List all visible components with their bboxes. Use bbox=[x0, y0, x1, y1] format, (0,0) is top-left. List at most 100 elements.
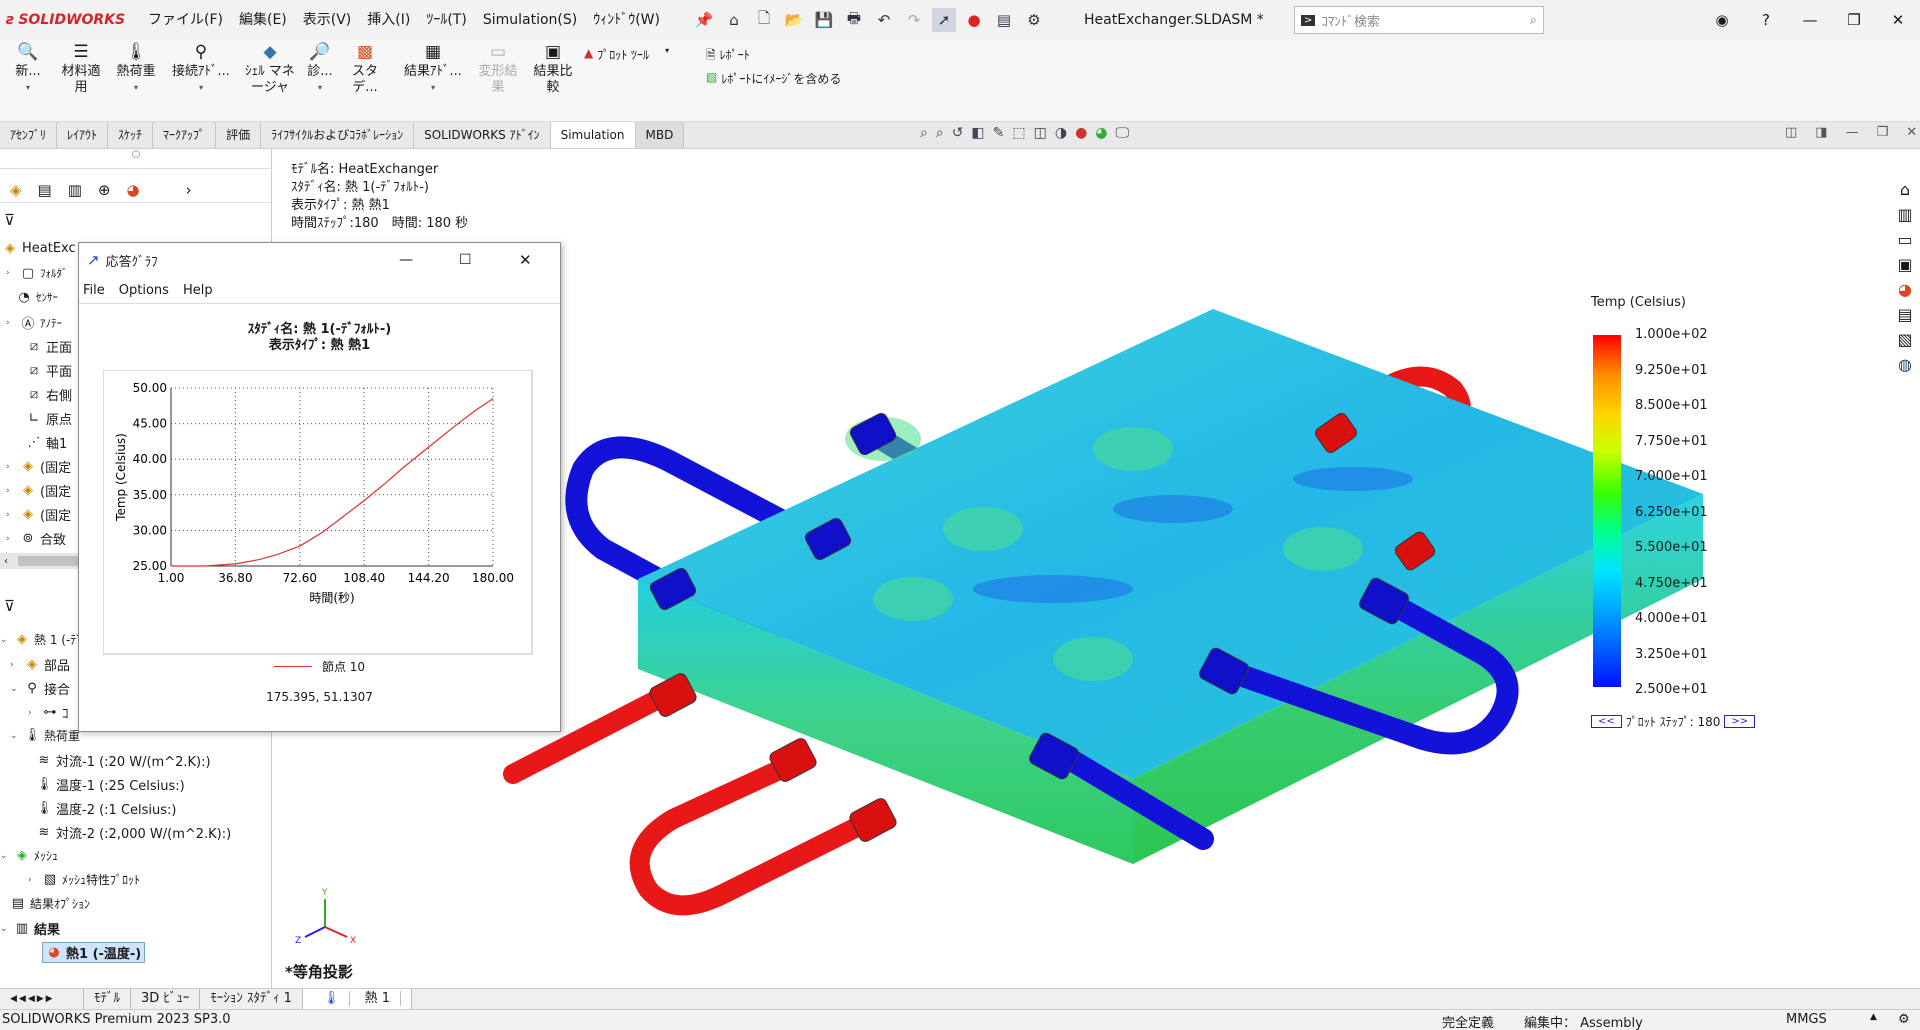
options-gear-icon[interactable]: ⚙ bbox=[1022, 8, 1046, 32]
tab-lifecycle[interactable]: ﾗｲﾌｻｲｸﾙおよびｺﾗﾎﾞﾚｰｼｮﾝ bbox=[261, 122, 415, 148]
tab-nav-buttons[interactable]: ◀◀◀▶▶ bbox=[0, 989, 84, 1009]
tab-assembly[interactable]: ｱｾﾝﾌﾞﾘ bbox=[0, 122, 58, 148]
tab-motion-study[interactable]: ﾓｰｼｮﾝ ｽﾀﾃﾞｨ 1 bbox=[200, 989, 303, 1009]
tree-item-fixed-3[interactable]: › ◈ (固定 bbox=[6, 505, 71, 524]
tree-item-front-plane[interactable]: ⧄ 正面 bbox=[26, 337, 72, 356]
tab-addins[interactable]: SOLIDWORKS ｱﾄﾞｲﾝ bbox=[414, 122, 551, 148]
solidworks-resources-icon[interactable]: ⌂ bbox=[1900, 180, 1910, 199]
menu-tools[interactable]: ﾂｰﾙ(T) bbox=[418, 0, 474, 40]
custom-properties-icon[interactable]: ▤ bbox=[1897, 305, 1912, 324]
panel-tabs-expand-icon[interactable]: › bbox=[186, 181, 192, 199]
tab-thermal-study[interactable]: 🌡 熱 1 bbox=[302, 989, 413, 1009]
connections-advisor-button[interactable]: ⚲ 接続ｱﾄﾞ... ▾ bbox=[166, 44, 236, 96]
tree-item-results[interactable]: ⌄ ▥ 結果 bbox=[0, 919, 60, 938]
viewport-expand-icon[interactable]: ◨ bbox=[1815, 125, 1827, 140]
menu-simulation[interactable]: Simulation(S) bbox=[475, 0, 585, 40]
apply-material-button[interactable]: ☰ 材料適用 bbox=[56, 44, 106, 96]
file-properties-icon[interactable]: ▤ bbox=[992, 8, 1016, 32]
tree-item-origin[interactable]: ∟ 原点 bbox=[26, 409, 72, 428]
viewport-restore-icon[interactable]: ❐ bbox=[1877, 125, 1889, 140]
filter-icon[interactable]: ⊽ bbox=[4, 211, 15, 229]
select-pointer-icon[interactable]: ➚ bbox=[932, 8, 956, 32]
scroll-thumb[interactable] bbox=[18, 556, 78, 566]
coordinate-triad[interactable]: Y X Z bbox=[295, 888, 356, 946]
deformed-result-button[interactable]: ▭ 変形結果 bbox=[474, 44, 522, 96]
tree-item-mesh-plot[interactable]: › ▧ ﾒｯｼｭ特性ﾌﾟﾛｯﾄ bbox=[28, 871, 140, 888]
tab-layout[interactable]: ﾚｲｱｳﾄ bbox=[57, 122, 109, 148]
property-manager-icon[interactable]: ▤ bbox=[38, 181, 52, 199]
dynamic-annotation-icon[interactable]: ✎ bbox=[993, 125, 1005, 141]
design-library-icon[interactable]: ▥ bbox=[1897, 205, 1912, 224]
viewport-close-icon[interactable]: ✕ bbox=[1906, 125, 1917, 140]
file-explorer-icon[interactable]: ▭ bbox=[1897, 230, 1912, 249]
plot-tools-button[interactable]: ▲ ﾌﾟﾛｯﾄ ﾂｰﾙ ▾ bbox=[584, 46, 669, 63]
thermal-loads-button[interactable]: 🌡 熱荷重 ▾ bbox=[112, 44, 160, 96]
shell-manager-button[interactable]: ◆ ｼｪﾙ マネージャ bbox=[240, 44, 300, 96]
dimxpert-icon[interactable]: ⊕ bbox=[98, 181, 111, 199]
dialog-maximize-icon[interactable]: ☐ bbox=[459, 252, 472, 268]
tree-item-thermal-loads[interactable]: ⌄ 🌡 熱荷重 bbox=[10, 727, 80, 744]
panel-grip[interactable]: ○ bbox=[0, 149, 272, 169]
compare-results-button[interactable]: ▣ 結果比較 bbox=[528, 44, 578, 96]
tree-item-connections[interactable]: ⌄ ⚲ 接合 bbox=[10, 679, 70, 698]
hide-show-icon[interactable]: ◑ bbox=[1055, 125, 1067, 141]
previous-step-button[interactable]: << bbox=[1591, 715, 1622, 728]
tree-item-fixed-1[interactable]: › ◈ (固定 bbox=[6, 457, 71, 476]
tree-item-axis[interactable]: ⋰ 軸1 bbox=[26, 433, 68, 452]
open-folder-icon[interactable]: 📂 bbox=[782, 8, 806, 32]
dialog-minimize-icon[interactable]: — bbox=[399, 252, 413, 268]
tree-item-assembly[interactable]: ◈ HeatExc bbox=[2, 241, 76, 256]
tree-item-study[interactable]: ⌄ ◈ 熱 1 (-ﾃﾞ bbox=[0, 631, 82, 648]
traffic-light-icon[interactable]: ● bbox=[962, 8, 986, 32]
pin-icon[interactable]: 📌 bbox=[692, 8, 716, 32]
dialog-menu-file[interactable]: File bbox=[83, 283, 105, 298]
tree-item-convection-2[interactable]: ≋ 対流-2 (:2,000 W/(m^2.K):) bbox=[36, 823, 232, 842]
include-image-in-report-button[interactable]: ▧ ﾚﾎﾟｰﾄにｲﾒｰｼﾞを含める bbox=[706, 70, 841, 87]
study-button[interactable]: ▩ スタデ... bbox=[342, 44, 388, 96]
viewport-collapse-icon[interactable]: ◫ bbox=[1785, 125, 1797, 140]
tree-item-thermal-result[interactable]: ◕ 熱1 (-温度-) bbox=[42, 942, 146, 963]
dialog-title-bar[interactable]: ↗ 応答ｸﾞﾗﾌ — ☐ ✕ bbox=[79, 243, 560, 277]
tree-item-parts[interactable]: › ◈ 部品 bbox=[10, 655, 70, 674]
tree-item-contact[interactable]: › ⊶ ｺ bbox=[28, 703, 69, 722]
previous-view-icon[interactable]: ↺ bbox=[952, 125, 964, 141]
tab-sketch[interactable]: ｽｹｯﾁ bbox=[108, 122, 154, 148]
search-icon[interactable]: ⌕ bbox=[1530, 13, 1537, 28]
feature-manager-icon[interactable]: ◈ bbox=[10, 181, 22, 199]
menu-insert[interactable]: 挿入(I) bbox=[359, 0, 418, 40]
menu-window[interactable]: ｳｨﾝﾄﾞｳ(W) bbox=[585, 0, 668, 40]
view-orientation-icon[interactable]: ⬚ bbox=[1012, 125, 1025, 141]
menu-edit[interactable]: 編集(E) bbox=[231, 0, 295, 40]
restore-icon[interactable]: ❐ bbox=[1832, 0, 1876, 40]
tab-3d-view[interactable]: 3D ﾋﾞｭｰ bbox=[131, 989, 201, 1009]
tree-item-temperature-2[interactable]: 🌡 温度-2 (:1 Celsius:) bbox=[36, 799, 177, 818]
tab-model[interactable]: ﾓﾃﾞﾙ bbox=[84, 989, 131, 1009]
tab-mbd[interactable]: MBD bbox=[635, 122, 685, 148]
dialog-close-icon[interactable]: ✕ bbox=[519, 251, 532, 269]
viewport-minimize-icon[interactable]: — bbox=[1846, 125, 1859, 140]
tree-item-temperature-1[interactable]: 🌡 温度-1 (:25 Celsius:) bbox=[36, 775, 185, 794]
tree-item-top-plane[interactable]: ⧄ 平面 bbox=[26, 361, 72, 380]
tree-item-fixed-2[interactable]: › ◈ (固定 bbox=[6, 481, 71, 500]
zoom-area-icon[interactable]: ⌕ bbox=[936, 125, 944, 141]
tree-item-mates[interactable]: › ⊚ 合致 bbox=[6, 529, 66, 548]
monitor-icon[interactable]: 🖵 bbox=[1116, 125, 1130, 141]
tab-evaluate[interactable]: 評価 bbox=[216, 122, 262, 148]
report-button[interactable]: 🗎 ﾚﾎﾟｰﾄ bbox=[706, 46, 750, 67]
new-study-button[interactable]: 🔍 新... ▾ bbox=[8, 44, 48, 96]
menu-file[interactable]: ファイル(F) bbox=[140, 0, 231, 40]
globe-icon[interactable]: ◍ bbox=[1898, 355, 1912, 374]
new-document-icon[interactable]: 🗋 bbox=[752, 8, 776, 32]
dialog-menu-options[interactable]: Options bbox=[119, 283, 169, 298]
tree-item-annotations[interactable]: › Ⓐ ｱﾉﾃｰ bbox=[6, 313, 62, 333]
command-search-input[interactable]: > ｺﾏﾝﾄﾞ検索 ⌕ bbox=[1294, 6, 1544, 34]
print-icon[interactable]: 🖶 bbox=[842, 8, 866, 32]
diagnostics-button[interactable]: 🔎 診... ▾ bbox=[302, 44, 338, 96]
close-icon[interactable]: ✕ bbox=[1876, 0, 1920, 40]
display-manager-icon[interactable]: ◕ bbox=[127, 181, 140, 199]
display-style-icon[interactable]: ◫ bbox=[1034, 125, 1047, 141]
zoom-to-fit-icon[interactable]: ⌕ bbox=[920, 125, 928, 141]
redo-icon[interactable]: ↷ bbox=[902, 8, 926, 32]
appearances-icon[interactable]: ◕ bbox=[1898, 280, 1912, 299]
forum-icon[interactable]: ▧ bbox=[1897, 330, 1912, 349]
